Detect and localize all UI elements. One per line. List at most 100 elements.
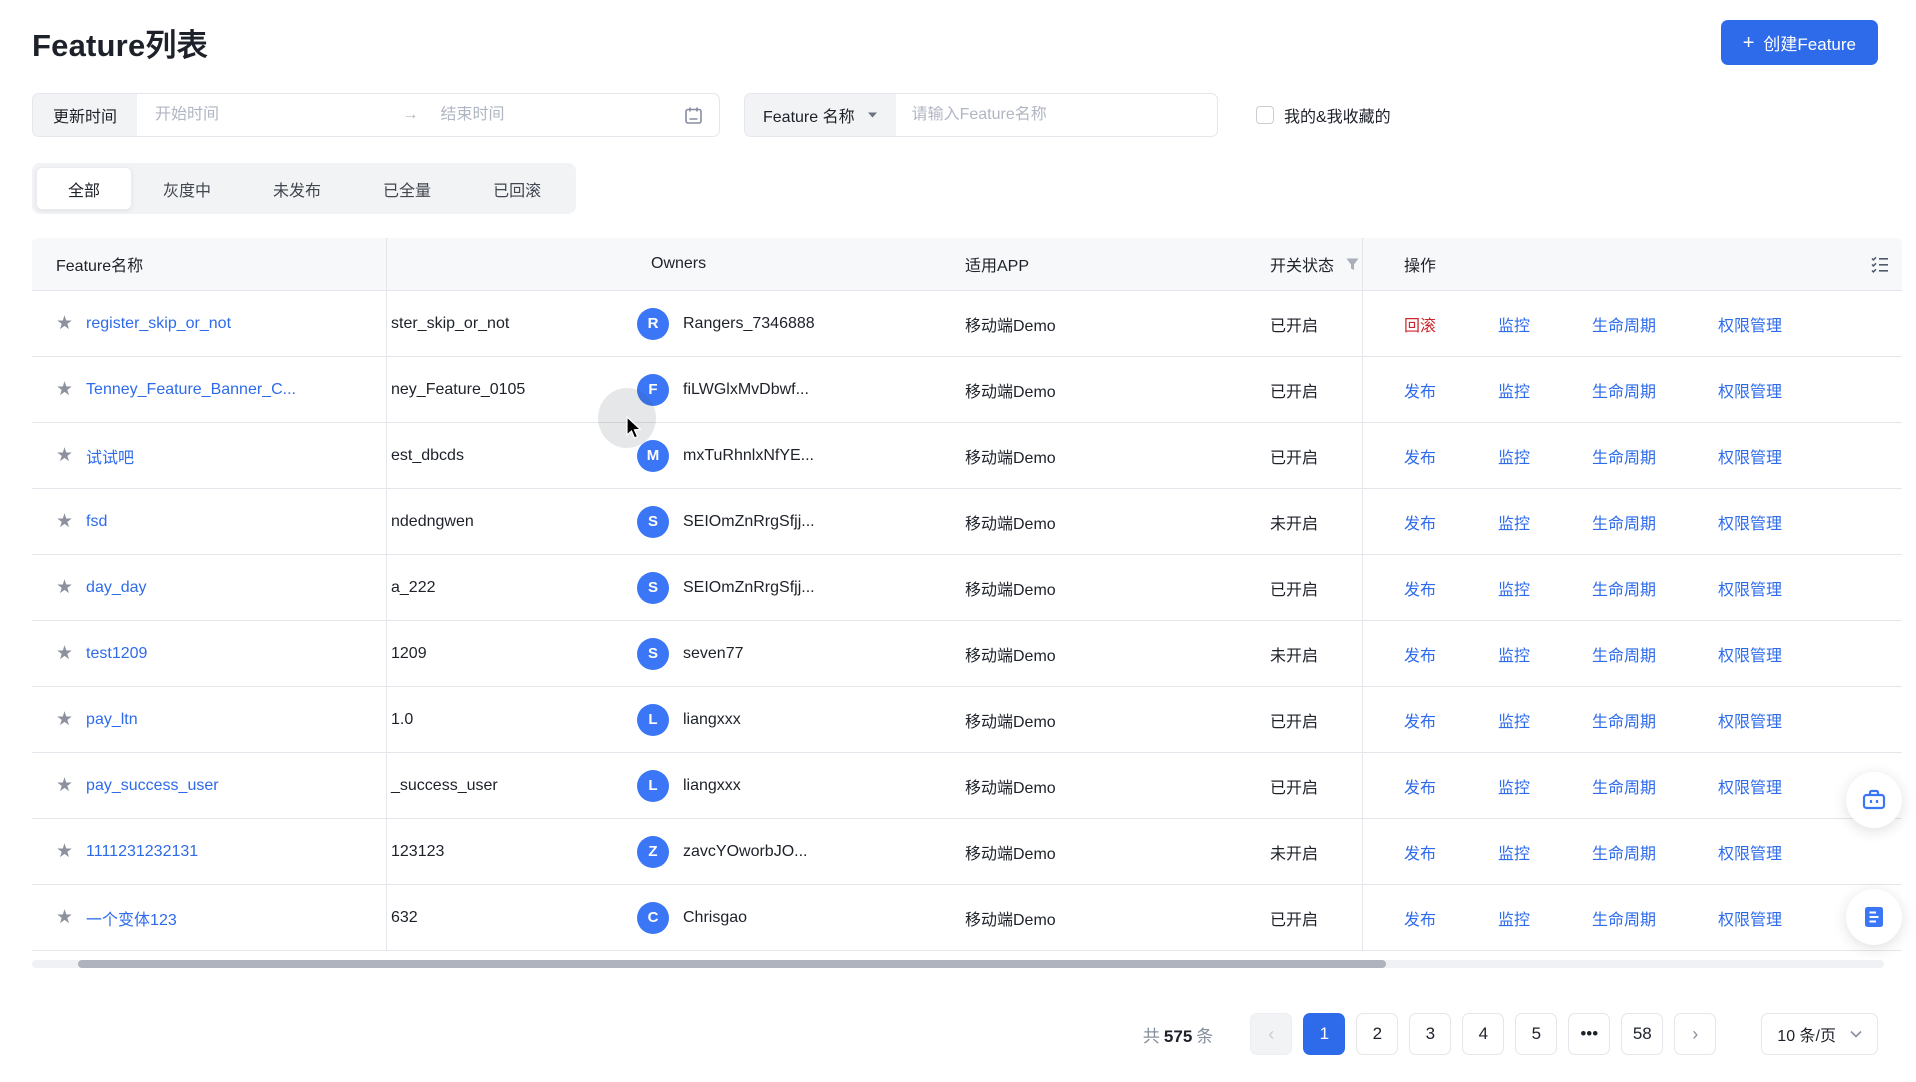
feature-name-input[interactable] (896, 106, 1217, 124)
status-tab[interactable]: 灰度中 (132, 167, 242, 210)
primary-action-link[interactable]: 发布 (1404, 840, 1436, 864)
primary-action-link[interactable]: 发布 (1404, 906, 1436, 930)
page-number-button[interactable]: 5 (1515, 1013, 1557, 1055)
feedback-floating-button[interactable] (1846, 889, 1902, 945)
favorite-star-icon[interactable]: ★ (56, 710, 73, 729)
permission-link[interactable]: 权限管理 (1718, 774, 1782, 798)
mine-favorites-checkbox-group[interactable]: 我的&我收藏的 (1256, 103, 1391, 127)
feature-name-link[interactable]: register_skip_or_not (86, 315, 231, 333)
page-number-button[interactable]: 58 (1621, 1013, 1663, 1055)
status-tab[interactable]: 全部 (36, 167, 132, 210)
permission-link[interactable]: 权限管理 (1718, 378, 1782, 402)
checkbox[interactable] (1256, 106, 1274, 124)
primary-action-link[interactable]: 发布 (1404, 510, 1436, 534)
favorite-star-icon[interactable]: ★ (56, 446, 73, 465)
monitor-link[interactable]: 监控 (1498, 906, 1530, 930)
toolbox-floating-button[interactable] (1846, 772, 1902, 828)
page-number-button[interactable]: 1 (1303, 1013, 1345, 1055)
monitor-link[interactable]: 监控 (1498, 774, 1530, 798)
monitor-link[interactable]: 监控 (1498, 840, 1530, 864)
favorite-star-icon[interactable]: ★ (56, 908, 73, 927)
next-page-button[interactable]: › (1674, 1013, 1716, 1055)
monitor-link[interactable]: 监控 (1498, 312, 1530, 336)
start-date-wrap (137, 106, 399, 124)
monitor-link[interactable]: 监控 (1498, 378, 1530, 402)
page-number-button[interactable]: 2 (1356, 1013, 1398, 1055)
permission-link[interactable]: 权限管理 (1718, 576, 1782, 600)
feature-name-cell: ★ day_day (32, 555, 387, 620)
favorite-star-icon[interactable]: ★ (56, 512, 73, 531)
feature-name-link[interactable]: pay_ltn (86, 711, 138, 729)
feature-name-link[interactable]: test1209 (86, 645, 147, 663)
lifecycle-link[interactable]: 生命周期 (1592, 708, 1656, 732)
favorite-star-icon[interactable]: ★ (56, 842, 73, 861)
permission-link[interactable]: 权限管理 (1718, 312, 1782, 336)
scrollbar-thumb[interactable] (78, 960, 1386, 968)
column-settings-icon[interactable] (1870, 254, 1890, 274)
lifecycle-link[interactable]: 生命周期 (1592, 378, 1656, 402)
feature-name-link[interactable]: 一个变体123 (86, 906, 177, 930)
monitor-link[interactable]: 监控 (1498, 576, 1530, 600)
feature-key-cell: a_222 (387, 579, 627, 597)
favorite-star-icon[interactable]: ★ (56, 578, 73, 597)
start-date-input[interactable] (155, 106, 381, 124)
lifecycle-link[interactable]: 生命周期 (1592, 444, 1656, 468)
monitor-link[interactable]: 监控 (1498, 708, 1530, 732)
status-tab[interactable]: 已全量 (352, 167, 462, 210)
primary-action-link[interactable]: 发布 (1404, 642, 1436, 666)
monitor-link[interactable]: 监控 (1498, 642, 1530, 666)
caret-down-icon (867, 111, 878, 119)
feature-name-link[interactable]: Tenney_Feature_Banner_C... (86, 381, 296, 399)
chevron-right-icon: › (1692, 1024, 1698, 1045)
status-tab[interactable]: 未发布 (242, 167, 352, 210)
feature-name-cell: ★ pay_success_user (32, 753, 387, 818)
feature-name-link[interactable]: 1111231232131 (86, 843, 198, 861)
end-date-input[interactable] (441, 106, 667, 124)
permission-link[interactable]: 权限管理 (1718, 708, 1782, 732)
monitor-link[interactable]: 监控 (1498, 510, 1530, 534)
favorite-star-icon[interactable]: ★ (56, 644, 73, 663)
feature-name-link[interactable]: pay_success_user (86, 777, 219, 795)
table-row: ★ 1111231232131 123123 Z zavcYOworbJO...… (32, 819, 1902, 885)
lifecycle-link[interactable]: 生命周期 (1592, 642, 1656, 666)
favorite-star-icon[interactable]: ★ (56, 314, 73, 333)
permission-link[interactable]: 权限管理 (1718, 840, 1782, 864)
permission-link[interactable]: 权限管理 (1718, 642, 1782, 666)
page-number-button[interactable]: 4 (1462, 1013, 1504, 1055)
page-size-select[interactable]: 10 条/页 (1761, 1013, 1878, 1055)
prev-page-button[interactable]: ‹ (1250, 1013, 1292, 1055)
owner-cell: C Chrisgao (627, 902, 937, 934)
primary-action-link[interactable]: 发布 (1404, 708, 1436, 732)
date-filter-type-label[interactable]: 更新时间 (33, 94, 137, 136)
feature-key-cell: est_dbcds (387, 447, 627, 465)
status-tab[interactable]: 已回滚 (462, 167, 572, 210)
create-feature-button[interactable]: + 创建Feature (1721, 20, 1878, 65)
primary-action-link[interactable]: 发布 (1404, 378, 1436, 402)
feature-name-link[interactable]: fsd (86, 513, 107, 531)
filter-funnel-icon[interactable] (1346, 258, 1359, 271)
lifecycle-link[interactable]: 生命周期 (1592, 840, 1656, 864)
primary-action-link[interactable]: 发布 (1404, 444, 1436, 468)
owner-avatar: S (637, 572, 669, 604)
feature-name-link[interactable]: day_day (86, 579, 147, 597)
feature-name-cell: ★ 试试吧 (32, 423, 387, 488)
monitor-link[interactable]: 监控 (1498, 444, 1530, 468)
lifecycle-link[interactable]: 生命周期 (1592, 312, 1656, 336)
permission-link[interactable]: 权限管理 (1718, 444, 1782, 468)
favorite-star-icon[interactable]: ★ (56, 776, 73, 795)
page-number-button[interactable]: 3 (1409, 1013, 1451, 1055)
favorite-star-icon[interactable]: ★ (56, 380, 73, 399)
permission-link[interactable]: 权限管理 (1718, 906, 1782, 930)
search-field-label: Feature 名称 (763, 103, 855, 127)
search-field-select[interactable]: Feature 名称 (745, 94, 896, 136)
lifecycle-link[interactable]: 生命周期 (1592, 774, 1656, 798)
feature-name-link[interactable]: 试试吧 (86, 444, 134, 468)
lifecycle-link[interactable]: 生命周期 (1592, 906, 1656, 930)
page-number-button[interactable]: ••• (1568, 1013, 1610, 1055)
lifecycle-link[interactable]: 生命周期 (1592, 576, 1656, 600)
primary-action-link[interactable]: 回滚 (1404, 312, 1436, 336)
lifecycle-link[interactable]: 生命周期 (1592, 510, 1656, 534)
primary-action-link[interactable]: 发布 (1404, 576, 1436, 600)
primary-action-link[interactable]: 发布 (1404, 774, 1436, 798)
permission-link[interactable]: 权限管理 (1718, 510, 1782, 534)
